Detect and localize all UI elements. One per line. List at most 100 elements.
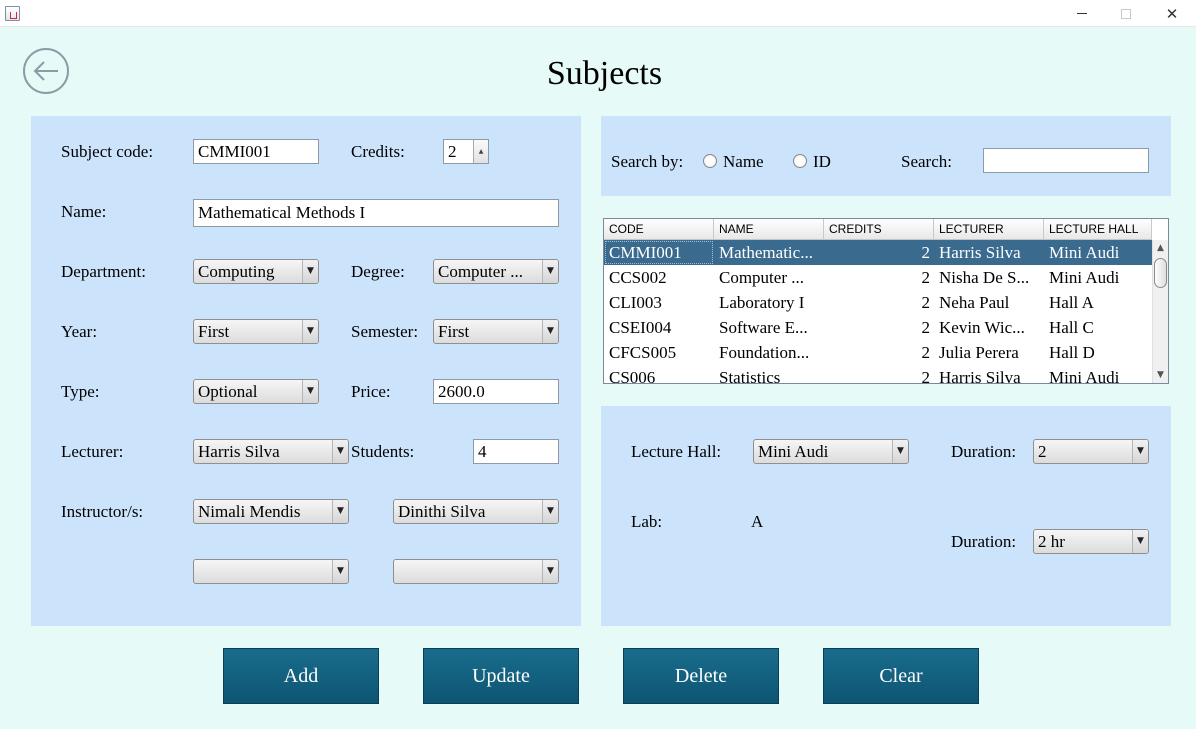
subjects-table[interactable]: CODE NAME CREDITS LECTURER LECTURE HALL … (603, 218, 1169, 384)
department-combo[interactable]: Computing ▼ (193, 259, 319, 284)
column-header-credits[interactable]: CREDITS (824, 219, 934, 239)
column-header-lecturer[interactable]: LECTURER (934, 219, 1044, 239)
year-value: First (198, 322, 230, 341)
radio-name-label[interactable]: Name (723, 152, 764, 172)
table-body: CMMI001 Mathematic... 2 Harris Silva Min… (604, 240, 1152, 384)
credits-value: 2 (448, 142, 457, 161)
cell-name: Software E... (719, 318, 808, 337)
minimize-button[interactable] (1059, 0, 1105, 27)
chevron-down-icon[interactable]: ▼ (332, 440, 348, 463)
add-button[interactable]: Add (223, 648, 379, 704)
credits-spinner-buttons[interactable]: ▲ ▼ (473, 140, 488, 163)
radio-name[interactable] (703, 154, 717, 168)
chevron-down-icon[interactable]: ▼ (302, 260, 318, 283)
instructor-3-combo[interactable]: ▼ (193, 559, 349, 584)
radio-id[interactable] (793, 154, 807, 168)
scrollbar-thumb[interactable] (1154, 258, 1167, 288)
cell-code: CLI003 (609, 293, 662, 312)
cell-lecture-hall: Hall D (1049, 343, 1095, 362)
students-field[interactable]: 4 (473, 439, 559, 464)
table-row[interactable]: CMMI001 Mathematic... 2 Harris Silva Min… (604, 240, 1152, 265)
cell-credits: 2 (921, 268, 931, 287)
close-button[interactable]: ✕ (1149, 0, 1195, 27)
lecture-duration-value: 2 (1038, 442, 1047, 461)
cell-code: CS006 (609, 368, 656, 384)
lab-duration-value: 2 hr (1038, 532, 1065, 551)
semester-combo[interactable]: First ▼ (433, 319, 559, 344)
degree-combo[interactable]: Computer ... ▼ (433, 259, 559, 284)
table-scrollbar[interactable]: ▲ ▼ (1152, 240, 1168, 383)
lecture-duration-combo[interactable]: 2 ▼ (1033, 439, 1149, 464)
students-label: Students: (351, 442, 415, 461)
spinner-up-icon[interactable]: ▲ (474, 140, 488, 163)
scroll-down-icon[interactable]: ▼ (1153, 367, 1168, 383)
credits-spinner[interactable]: 2 ▲ ▼ (443, 139, 489, 164)
radio-id-label[interactable]: ID (813, 152, 831, 172)
semester-value: First (438, 322, 470, 341)
instructor-2-combo[interactable]: Dinithi Silva ▼ (393, 499, 559, 524)
table-header: CODE NAME CREDITS LECTURER LECTURE HALL (604, 219, 1152, 240)
type-combo[interactable]: Optional ▼ (193, 379, 319, 404)
column-header-code[interactable]: CODE (604, 219, 714, 239)
cell-lecture-hall: Hall A (1049, 293, 1094, 312)
update-button[interactable]: Update (423, 648, 579, 704)
chevron-down-icon[interactable]: ▼ (542, 260, 558, 283)
chevron-down-icon[interactable]: ▼ (542, 560, 558, 583)
cell-code: CCS002 (609, 268, 667, 287)
delete-button[interactable]: Delete (623, 648, 779, 704)
degree-value: Computer ... (438, 262, 523, 281)
search-label: Search: (901, 152, 952, 171)
instructor-1-value: Nimali Mendis (198, 502, 301, 521)
search-by-label: Search by: (611, 152, 684, 171)
subject-code-label: Subject code: (61, 142, 154, 161)
clear-button[interactable]: Clear (823, 648, 979, 704)
cell-name: Mathematic... (719, 243, 813, 262)
cell-lecture-hall: Mini Audi (1049, 243, 1120, 262)
lecture-duration-label: Duration: (951, 442, 1017, 461)
table-row[interactable]: CLI003 Laboratory I 2 Neha Paul Hall A (604, 290, 1152, 315)
price-field[interactable]: 2600.0 (433, 379, 559, 404)
department-value: Computing (198, 262, 275, 281)
maximize-icon (1121, 8, 1131, 19)
lab-label: Lab: (631, 512, 663, 531)
cell-lecturer: Nisha De S... (939, 268, 1030, 287)
maximize-button[interactable] (1103, 0, 1149, 27)
lecture-hall-combo[interactable]: Mini Audi ▼ (753, 439, 909, 464)
subject-code-field[interactable]: CMMI001 (193, 139, 319, 164)
table-row[interactable]: CCS002 Computer ... 2 Nisha De S... Mini… (604, 265, 1152, 290)
scroll-up-icon[interactable]: ▲ (1153, 240, 1168, 256)
lecturer-combo[interactable]: Harris Silva ▼ (193, 439, 349, 464)
column-header-lecture-hall[interactable]: LECTURE HALL (1044, 219, 1152, 239)
chevron-down-icon[interactable]: ▼ (302, 380, 318, 403)
lab-duration-combo[interactable]: 2 hr ▼ (1033, 529, 1149, 554)
column-header-name[interactable]: NAME (714, 219, 824, 239)
search-input[interactable] (983, 148, 1149, 173)
credits-label: Credits: (351, 142, 405, 161)
table-row[interactable]: CFCS005 Foundation... 2 Julia Perera Hal… (604, 340, 1152, 365)
table-row[interactable]: CSEI004 Software E... 2 Kevin Wic... Hal… (604, 315, 1152, 340)
instructor-4-combo[interactable]: ▼ (393, 559, 559, 584)
chevron-down-icon[interactable]: ▼ (302, 320, 318, 343)
semester-label: Semester: (351, 322, 419, 341)
cell-lecture-hall: Mini Audi (1049, 368, 1120, 384)
lecturer-label: Lecturer: (61, 442, 124, 461)
instructor-1-combo[interactable]: Nimali Mendis ▼ (193, 499, 349, 524)
chevron-down-icon[interactable]: ▼ (1132, 530, 1148, 553)
department-label: Department: (61, 262, 146, 281)
chevron-down-icon[interactable]: ▼ (332, 560, 348, 583)
java-app-icon (5, 6, 20, 21)
name-field[interactable]: Mathematical Methods I (193, 199, 559, 227)
chevron-down-icon[interactable]: ▼ (892, 440, 908, 463)
chevron-down-icon[interactable]: ▼ (542, 500, 558, 523)
cell-lecturer: Neha Paul (939, 293, 1010, 312)
year-combo[interactable]: First ▼ (193, 319, 319, 344)
table-row[interactable]: CS006 Statistics 2 Harris Silva Mini Aud… (604, 365, 1152, 384)
chevron-down-icon[interactable]: ▼ (332, 500, 348, 523)
cell-name: Foundation... (719, 343, 810, 362)
chevron-down-icon[interactable]: ▼ (1132, 440, 1148, 463)
price-label: Price: (351, 382, 391, 401)
cell-lecturer: Julia Perera (939, 343, 1019, 362)
chevron-down-icon[interactable]: ▼ (542, 320, 558, 343)
lecture-hall-value: Mini Audi (758, 442, 829, 461)
cell-credits: 2 (921, 343, 931, 362)
